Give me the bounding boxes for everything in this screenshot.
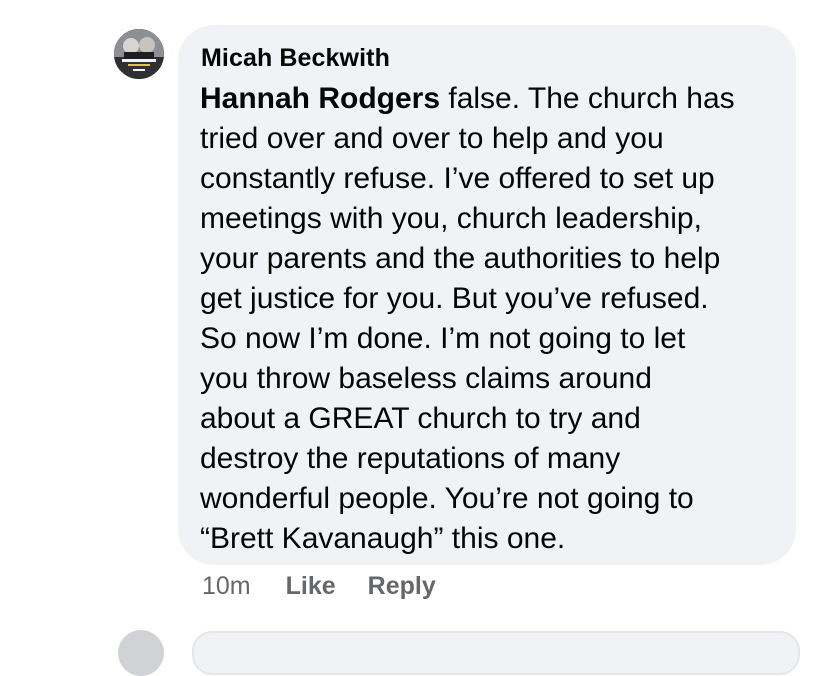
avatar[interactable]	[114, 29, 164, 79]
comment-actions: 10m Like Reply	[202, 570, 436, 602]
comment-line: constantly refuse. I’ve offered to set u…	[200, 162, 715, 195]
comment-bubble: Micah Beckwith Hannah Rodgers false. The…	[178, 25, 796, 565]
comment-line: So now I’m done. I’m not going to let	[200, 322, 686, 355]
like-button[interactable]: Like	[286, 572, 336, 601]
profile-photo-icon	[114, 29, 164, 79]
next-comment-bubble	[192, 631, 800, 675]
mention-link[interactable]: Hannah Rodgers	[200, 82, 440, 115]
comment-line: tried over and over to help and you	[200, 122, 664, 155]
comment-line: your parents and the authorities to help	[200, 242, 721, 275]
comment-line: “Brett Kavanaugh” this one.	[200, 522, 566, 555]
comment-timestamp[interactable]: 10m	[202, 572, 251, 601]
comment-line: wonderful people. You’re not going to	[200, 482, 694, 515]
comment-line: destroy the reputations of many	[200, 442, 621, 475]
comment-line: get justice for you. But you’ve refused.	[200, 282, 709, 315]
reply-button[interactable]: Reply	[368, 572, 436, 601]
comment-line: false. The church has	[440, 82, 735, 115]
comment-author[interactable]: Micah Beckwith	[201, 43, 774, 73]
comment-line: you throw baseless claims around	[200, 362, 652, 395]
comment-text: Hannah Rodgers false. The church has tri…	[200, 79, 774, 559]
comment-line: meetings with you, church leadership,	[200, 202, 702, 235]
comment-line: about a GREAT church to try and	[200, 402, 641, 435]
